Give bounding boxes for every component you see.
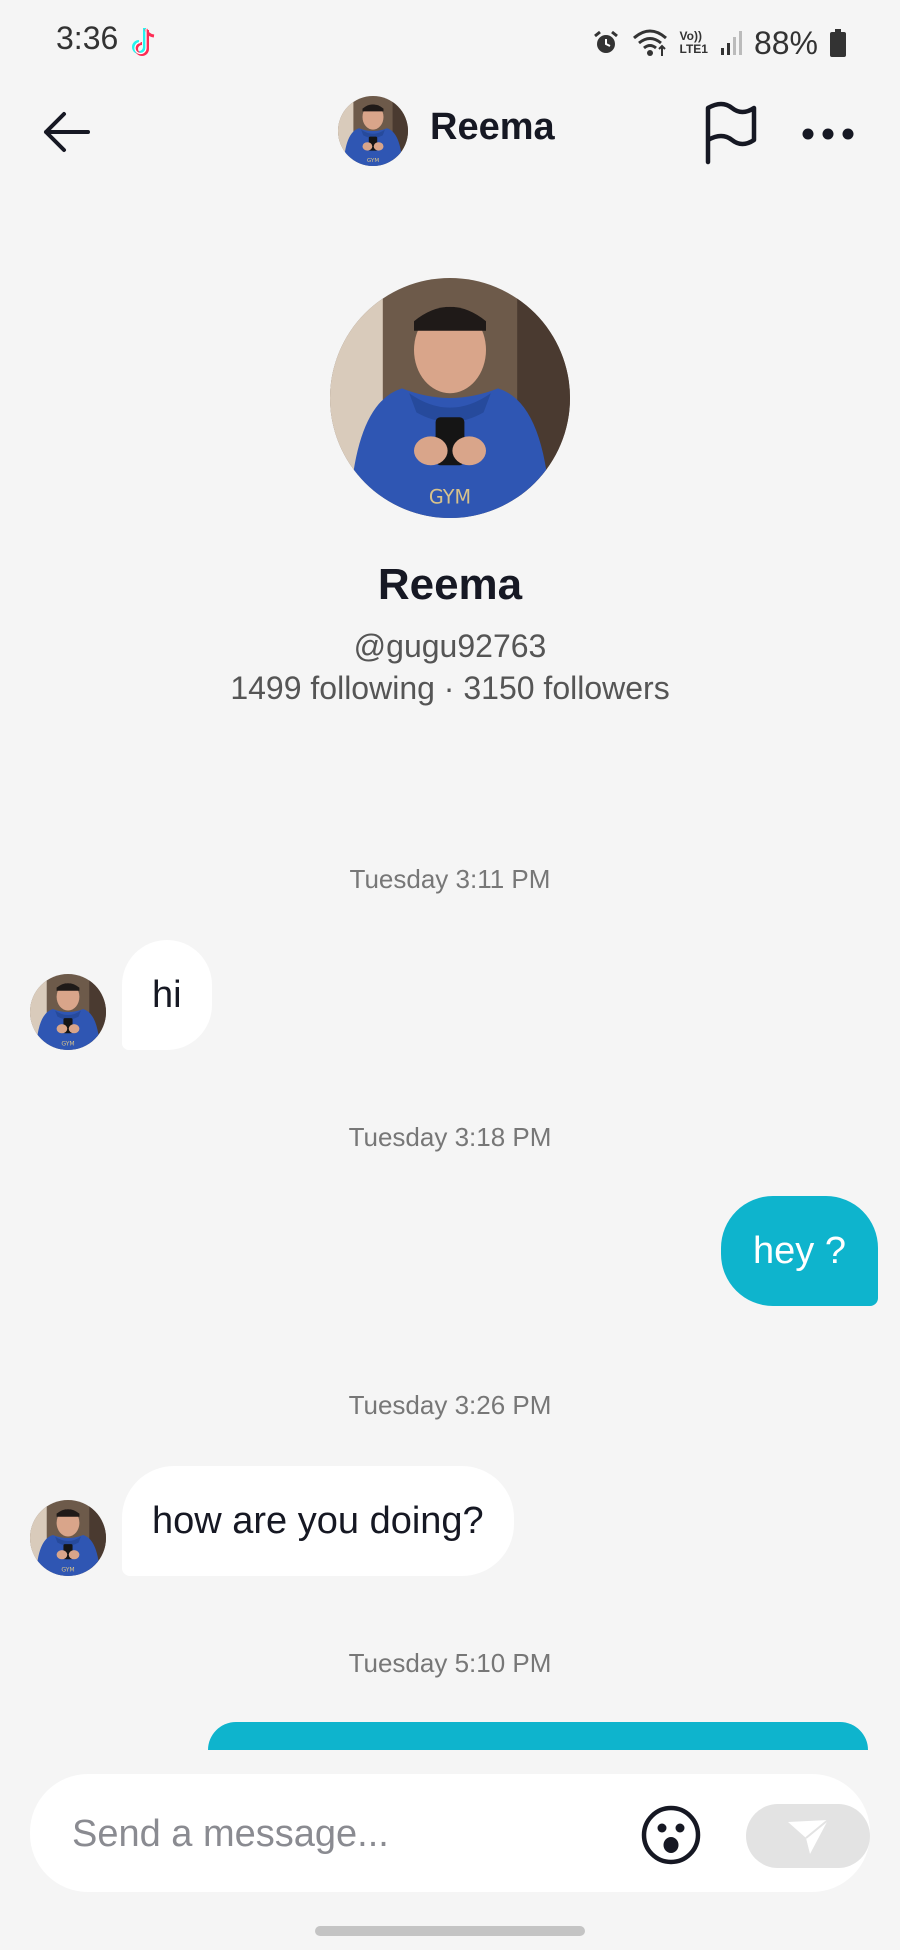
back-button[interactable] — [40, 104, 96, 160]
profile-avatar[interactable] — [330, 278, 570, 518]
status-time: 3:36 — [56, 20, 119, 56]
emoji-button[interactable] — [640, 1804, 702, 1866]
arrow-left-icon — [44, 112, 90, 152]
message-timestamp: Tuesday 3:18 PM — [348, 1122, 552, 1152]
battery-icon — [830, 29, 846, 57]
message-timestamp: Tuesday 5:10 PM — [348, 1648, 552, 1678]
report-button[interactable] — [700, 100, 760, 166]
message-timestamp: Tuesday 3:26 PM — [348, 1390, 552, 1420]
tiktok-icon — [130, 26, 160, 58]
home-indicator[interactable] — [315, 1926, 585, 1936]
battery-percent: 88% — [753, 24, 818, 61]
more-horizontal-icon — [802, 128, 854, 140]
message-composer — [30, 1774, 870, 1892]
wifi-icon — [632, 28, 668, 58]
flag-icon — [705, 101, 757, 165]
send-icon — [788, 1819, 829, 1854]
alarm-icon — [592, 29, 620, 57]
message-timestamp: Tuesday 3:11 PM — [349, 864, 551, 894]
status-icons: Vo)) LTE1 88% — [592, 20, 846, 66]
message-bubble-outgoing[interactable]: hey ? — [721, 1196, 878, 1306]
message-bubble-incoming[interactable]: how are you doing? — [122, 1466, 514, 1576]
profile-name: Reema — [377, 560, 523, 609]
signal-icon — [720, 30, 742, 56]
sender-avatar[interactable] — [30, 974, 106, 1050]
message-bubble-outgoing[interactable] — [208, 1722, 868, 1750]
more-button[interactable] — [800, 116, 856, 152]
send-button[interactable] — [746, 1804, 870, 1868]
profile-handle: @gugu92763 — [353, 628, 547, 664]
emoji-icon — [641, 1805, 701, 1865]
message-input[interactable] — [70, 1804, 614, 1864]
header-avatar[interactable] — [338, 96, 408, 166]
lte-icon: Vo)) LTE1 — [679, 29, 708, 56]
message-bubble-incoming[interactable]: hi — [122, 940, 212, 1050]
profile-stats: 1499 following · 3150 followers — [230, 670, 670, 706]
header-title[interactable]: Reema — [430, 106, 555, 149]
sender-avatar[interactable] — [30, 1500, 106, 1576]
